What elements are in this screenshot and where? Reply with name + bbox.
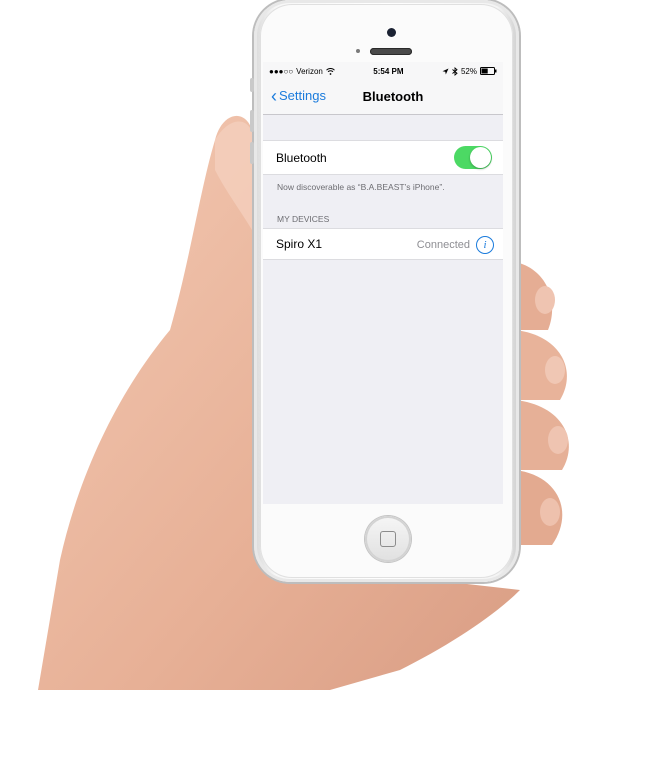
device-name: Spiro X1	[276, 237, 323, 251]
home-button[interactable]	[365, 516, 411, 562]
wifi-icon	[325, 67, 335, 75]
carrier-name: Verizon	[296, 66, 323, 76]
device-connection-status: Connected	[416, 239, 470, 251]
my-devices-header: MY DEVICES	[277, 214, 330, 224]
volume-up-button[interactable]	[250, 110, 254, 132]
status-bar: ●●●○○ Verizon 5:54 PM 52%	[263, 62, 503, 80]
phone-screen: ●●●○○ Verizon 5:54 PM 52% ‹ Settings Blu…	[263, 62, 503, 504]
bluetooth-toggle[interactable]	[454, 146, 492, 169]
location-arrow-icon	[442, 68, 449, 74]
bluetooth-label: Bluetooth	[276, 150, 327, 165]
home-square-icon	[380, 531, 396, 547]
device-row-spiro-x1[interactable]: Spiro X1 Connected i	[263, 228, 503, 260]
discoverable-note: Now discoverable as “B.A.BEAST’s iPhone”…	[277, 182, 445, 192]
mute-switch[interactable]	[250, 78, 254, 92]
volume-down-button[interactable]	[250, 142, 254, 164]
battery-icon	[479, 67, 497, 75]
bluetooth-toggle-row: Bluetooth	[263, 140, 503, 175]
page-title: Bluetooth	[362, 89, 424, 104]
info-icon[interactable]: i	[476, 236, 494, 254]
proximity-sensor	[356, 49, 360, 53]
navigation-bar: ‹ Settings Bluetooth	[263, 80, 503, 115]
clock: 5:54 PM	[373, 66, 404, 76]
bluetooth-icon	[452, 66, 458, 76]
signal-strength: ●●●○○	[269, 66, 294, 76]
toggle-knob	[470, 147, 491, 168]
earpiece-speaker	[370, 48, 412, 55]
front-camera-icon	[387, 28, 396, 37]
battery-percent: 52%	[460, 66, 477, 76]
